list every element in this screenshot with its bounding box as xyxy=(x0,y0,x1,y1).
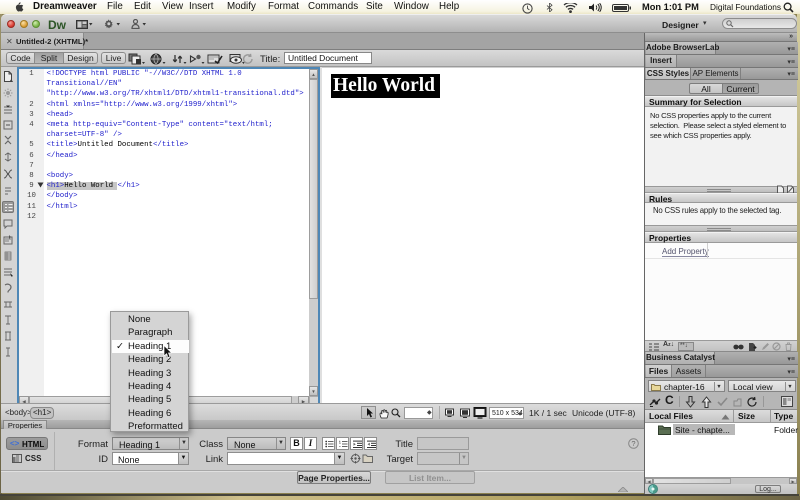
svg-text:?: ? xyxy=(631,439,635,448)
